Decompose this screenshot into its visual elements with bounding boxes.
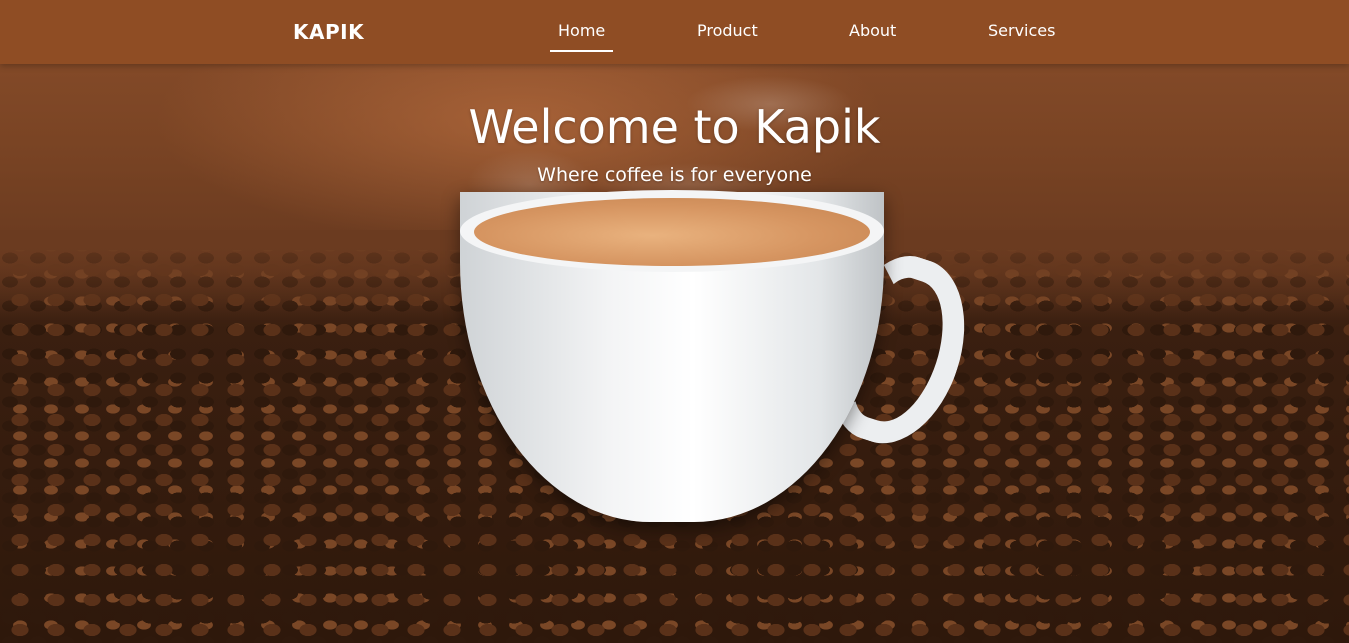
nav-link-about[interactable]: About <box>849 20 896 52</box>
nav-link-home[interactable]: Home <box>549 20 614 52</box>
nav-link-services[interactable]: Services <box>988 20 1055 52</box>
hero-title: Welcome to Kapik <box>468 100 881 154</box>
landing-page: KAPIK Home Product About Services Welcom… <box>0 0 1349 643</box>
navbar: KAPIK Home Product About Services <box>0 0 1349 64</box>
nav-link-product[interactable]: Product <box>697 20 758 52</box>
hero-subtitle: Where coffee is for everyone <box>537 164 812 186</box>
coffee-surface-image <box>474 198 870 266</box>
brand-logo[interactable]: KAPIK <box>293 18 364 46</box>
